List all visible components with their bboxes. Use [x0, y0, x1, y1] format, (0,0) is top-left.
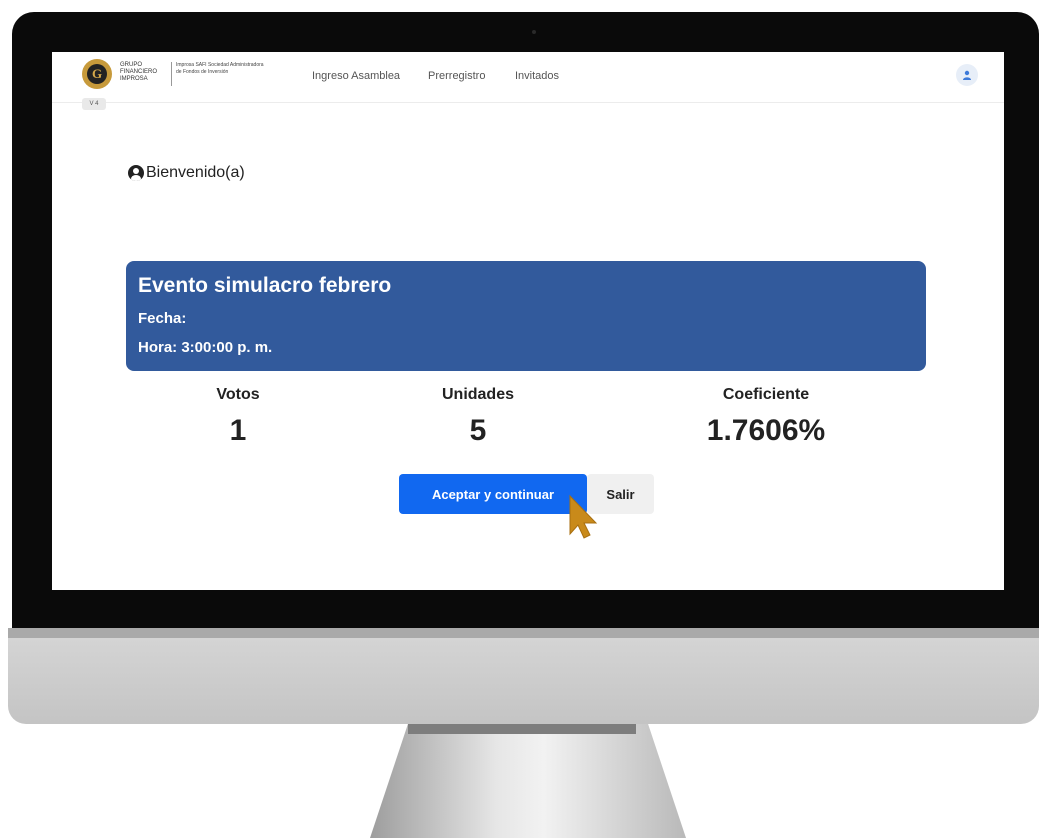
user-circle-icon [128, 165, 144, 181]
pointer-cursor-icon [569, 494, 598, 539]
monitor-stand-neck [408, 724, 636, 734]
accept-continue-button[interactable]: Aceptar y continuar [399, 474, 587, 514]
stat-votos-label: Votos [216, 386, 260, 403]
stat-coeficiente-value: 1.7606% [706, 414, 826, 447]
monitor-chin [8, 628, 1039, 724]
event-time: Hora: 3:00:00 p. m. [138, 339, 273, 356]
welcome-text: Bienvenido(a) [146, 164, 245, 181]
stat-coeficiente: Coeficiente 1.7606% [666, 386, 866, 448]
monitor-stand [370, 724, 686, 838]
top-navbar: G GRUPO FINANCIERO IMPROSA Improsa SAFI … [52, 52, 1004, 103]
event-date: Fecha: [138, 310, 187, 327]
logo-icon[interactable]: G [82, 59, 112, 89]
brand-subtitle: Improsa SAFI Sociedad Administradora de … [176, 62, 264, 75]
user-icon [963, 70, 971, 80]
stat-unidades: Unidades 5 [378, 386, 578, 448]
stat-votos: Votos 1 [138, 386, 338, 448]
camera-icon [532, 30, 536, 34]
monitor-chin-edge [8, 628, 1039, 638]
brand-divider [171, 62, 172, 86]
welcome-heading: Bienvenido(a) [128, 164, 245, 182]
event-card: Evento simulacro febrero Fecha: Hora: 3:… [126, 261, 926, 371]
version-badge: V 4 [82, 98, 106, 110]
app-screen: G GRUPO FINANCIERO IMPROSA Improsa SAFI … [52, 52, 1004, 590]
stat-unidades-value: 5 [469, 414, 487, 447]
stat-coeficiente-label: Coeficiente [722, 386, 810, 403]
user-menu-button[interactable] [956, 64, 978, 86]
nav-item-invitados[interactable]: Invitados [515, 70, 559, 82]
stat-votos-value: 1 [229, 414, 247, 447]
event-title: Evento simulacro febrero [138, 274, 392, 297]
brand-name: GRUPO FINANCIERO IMPROSA [120, 62, 158, 82]
logo-letter: G [87, 64, 107, 84]
nav-item-prerregistro[interactable]: Prerregistro [428, 70, 485, 82]
nav-item-ingreso-asamblea[interactable]: Ingreso Asamblea [312, 70, 400, 82]
stat-unidades-label: Unidades [441, 386, 514, 403]
